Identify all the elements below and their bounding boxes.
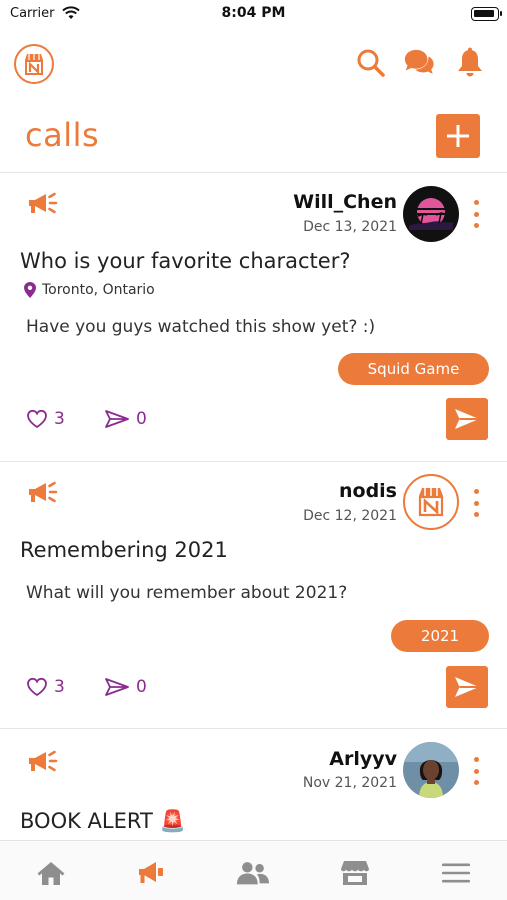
send-icon: [455, 677, 479, 697]
tab-bar: [0, 840, 507, 900]
heart-icon: [27, 409, 47, 429]
tag-pill[interactable]: 2021: [391, 620, 489, 652]
share-count: 0: [136, 677, 147, 697]
post-date: Nov 21, 2021: [302, 775, 397, 791]
share-button[interactable]: 0: [104, 677, 147, 697]
post-title: Remembering 2021: [20, 538, 228, 562]
people-icon: [236, 862, 270, 885]
post-location: Toronto, Ontario: [24, 282, 155, 298]
post-date: Dec 12, 2021: [303, 508, 397, 524]
post-body: Have you guys watched this show yet? :): [26, 317, 376, 337]
heart-icon: [27, 677, 47, 697]
like-button[interactable]: 3: [26, 677, 65, 697]
post-author[interactable]: Arlyyv: [329, 748, 397, 770]
tab-people[interactable]: [236, 859, 270, 887]
battery-icon: [471, 7, 502, 21]
store-icon: [341, 861, 369, 885]
tab-home[interactable]: [34, 859, 68, 887]
post-date: Dec 13, 2021: [303, 219, 397, 235]
page-title: calls: [25, 116, 100, 154]
logo-icon[interactable]: [14, 44, 54, 84]
more-options-icon[interactable]: [468, 489, 484, 517]
add-call-button[interactable]: [436, 114, 480, 158]
send-button[interactable]: [446, 666, 488, 708]
tag-pill[interactable]: Squid Game: [338, 353, 489, 385]
post-title: Who is your favorite character?: [20, 249, 351, 273]
status-bar: Carrier 8:04 PM: [0, 0, 507, 30]
tab-calls[interactable]: [135, 859, 169, 887]
like-button[interactable]: 3: [26, 409, 65, 429]
bell-icon[interactable]: [454, 47, 486, 79]
avatar[interactable]: [403, 186, 459, 242]
share-button[interactable]: 0: [104, 409, 147, 429]
post-title: BOOK ALERT 🚨: [20, 809, 186, 833]
location-pin-icon: [24, 282, 36, 298]
search-icon[interactable]: [355, 47, 387, 79]
avatar[interactable]: [403, 742, 459, 798]
plus-icon: [447, 125, 469, 147]
clock: 8:04 PM: [221, 5, 286, 21]
megaphone-icon: [29, 192, 58, 214]
share-count: 0: [136, 409, 147, 429]
avatar[interactable]: [403, 474, 459, 530]
send-button[interactable]: [446, 398, 488, 440]
megaphone-icon: [29, 750, 58, 772]
post-card: nodis Dec 12, 2021 Remembering 2021 What…: [0, 462, 507, 728]
home-icon: [37, 862, 65, 885]
send-icon: [455, 409, 479, 429]
more-options-icon[interactable]: [468, 200, 484, 228]
post-author[interactable]: Will_Chen: [293, 191, 397, 213]
post-card: Arlyyv Nov 21, 2021 BOOK ALERT 🚨: [0, 729, 507, 840]
megaphone-icon: [139, 862, 163, 883]
app-header: [0, 40, 507, 90]
post-body: What will you remember about 2021?: [26, 583, 348, 603]
more-options-icon[interactable]: [468, 757, 484, 785]
send-outline-icon: [105, 678, 129, 696]
like-count: 3: [54, 409, 65, 429]
location-label: Toronto, Ontario: [42, 282, 155, 298]
megaphone-icon: [29, 481, 58, 503]
tab-menu[interactable]: [439, 859, 473, 887]
send-outline-icon: [105, 410, 129, 428]
post-author[interactable]: nodis: [339, 480, 397, 502]
tab-store[interactable]: [338, 859, 372, 887]
chat-icon[interactable]: [403, 47, 435, 79]
menu-icon: [442, 863, 470, 883]
post-card: Will_Chen Dec 13, 2021 Who is your favor…: [0, 173, 507, 461]
like-count: 3: [54, 677, 65, 697]
